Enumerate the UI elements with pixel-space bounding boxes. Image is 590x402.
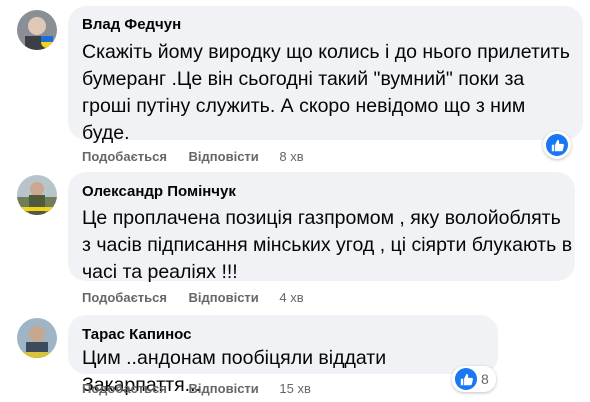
reaction-badge[interactable]: 8	[452, 366, 496, 392]
reply-button[interactable]: Відповісти	[189, 149, 259, 164]
comment-author[interactable]: Тарас Капинос	[82, 326, 191, 343]
like-button[interactable]: Подобається	[82, 290, 167, 305]
comment-timestamp[interactable]: 4 хв	[279, 290, 303, 305]
comment-timestamp[interactable]: 15 хв	[279, 381, 310, 396]
avatar[interactable]	[17, 10, 57, 50]
comment-author[interactable]: Олександр Помінчук	[82, 183, 236, 200]
comment-actions: Подобається Відповісти 15 хв	[82, 381, 311, 397]
avatar[interactable]	[17, 175, 57, 215]
like-icon	[455, 368, 477, 390]
avatar[interactable]	[17, 318, 57, 358]
comment-author[interactable]: Влад Федчун	[82, 16, 181, 33]
comment-bubble: Тарас Капинос Цим ..андонам пообіцяли ві…	[68, 315, 498, 396]
reply-button[interactable]: Відповісти	[189, 381, 259, 396]
reaction-count: 8	[481, 371, 489, 387]
reply-button[interactable]: Відповісти	[189, 290, 259, 305]
like-icon	[546, 134, 568, 156]
comment-actions: Подобається Відповісти 8 хв	[82, 149, 304, 165]
comment-actions: Подобається Відповісти 4 хв	[82, 290, 304, 306]
comment-bubble: Влад Федчун Скажіть йому виродку що коли…	[68, 6, 583, 144]
comment-bubble: Олександр Помінчук Це проплачена позиція…	[68, 172, 575, 283]
like-button[interactable]: Подобається	[82, 149, 167, 164]
comment-text: Скажіть йому виродку що колись і до ньог…	[82, 41, 570, 144]
comment-timestamp[interactable]: 8 хв	[279, 149, 303, 164]
reaction-badge[interactable]	[543, 131, 571, 159]
like-button[interactable]: Подобається	[82, 381, 167, 396]
comment-text: Це проплачена позиція газпромом , яку во…	[82, 207, 573, 283]
